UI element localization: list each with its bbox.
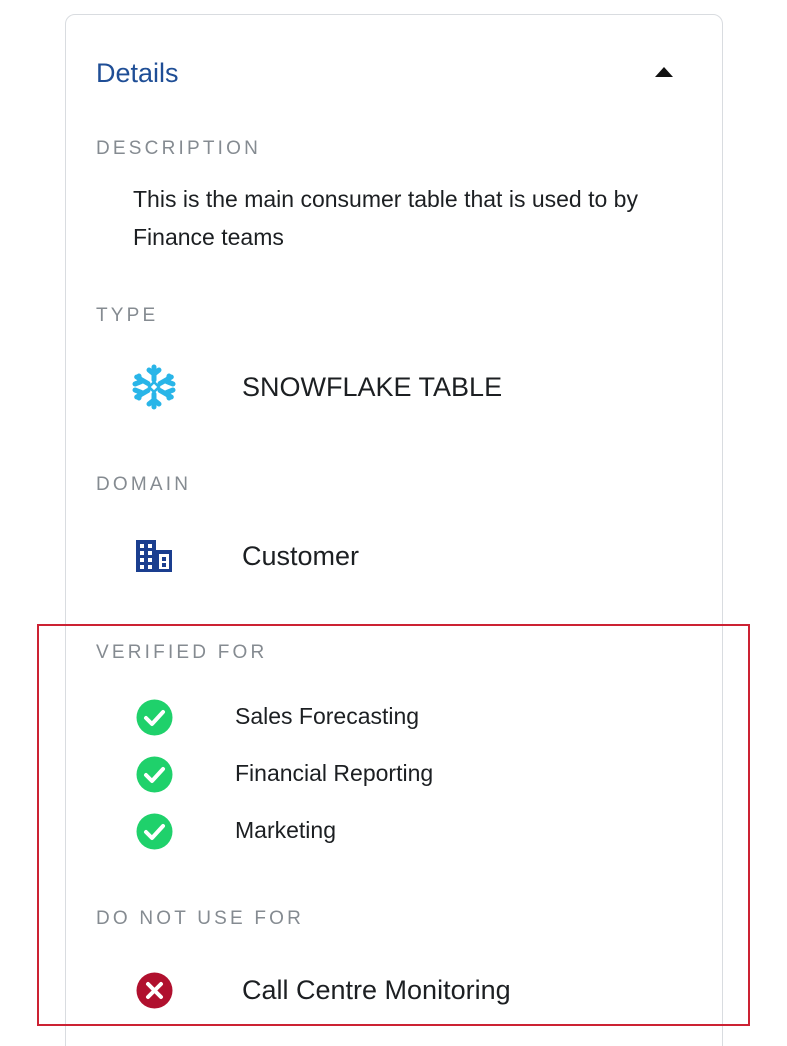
- verified-for-item: Financial Reporting: [235, 760, 434, 786]
- do-not-use-for-item: Call Centre Monitoring: [242, 975, 511, 1005]
- building-icon: [134, 538, 174, 574]
- check-circle-icon: [136, 699, 173, 736]
- domain-label: DOMAIN: [96, 474, 192, 495]
- verified-for-label: VERIFIED FOR: [96, 642, 268, 663]
- verified-for-item: Sales Forecasting: [235, 703, 420, 729]
- type-value: SNOWFLAKE TABLE: [242, 372, 503, 402]
- check-circle-icon: [136, 756, 173, 793]
- details-panel-screenshot: Details DESCRIPTION This is the main con…: [0, 0, 787, 1046]
- snowflake-icon: [131, 364, 177, 410]
- type-label: TYPE: [96, 305, 159, 326]
- do-not-use-for-label: DO NOT USE FOR: [96, 908, 305, 929]
- x-circle-icon: [136, 972, 173, 1009]
- caret-up-icon: [654, 65, 674, 83]
- details-title: Details: [96, 58, 179, 88]
- details-card: [65, 14, 723, 1046]
- description-label: DESCRIPTION: [96, 138, 262, 159]
- verified-for-item: Marketing: [235, 817, 336, 843]
- collapse-toggle-button[interactable]: [648, 60, 680, 88]
- check-circle-icon: [136, 813, 173, 850]
- description-text: This is the main consumer table that is …: [133, 186, 638, 250]
- domain-value: Customer: [242, 541, 360, 571]
